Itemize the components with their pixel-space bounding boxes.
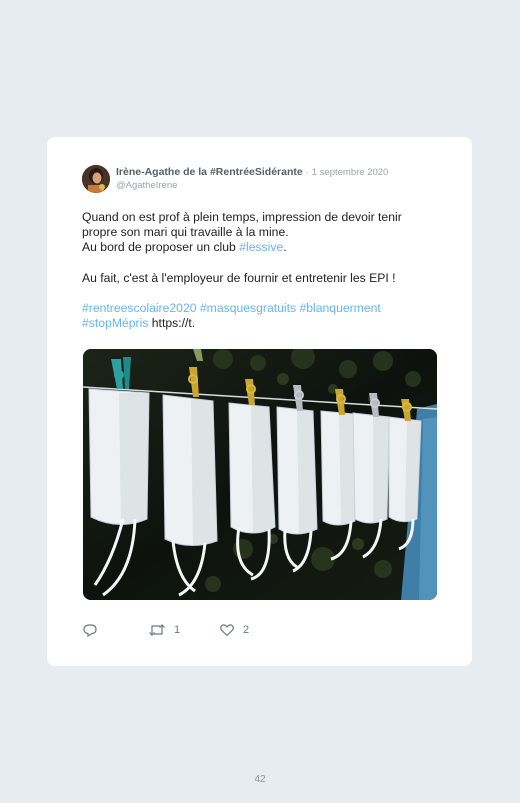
tweet-card: Irène-Agathe de la #RentréeSidérante · 1… xyxy=(47,137,472,666)
avatar[interactable] xyxy=(82,165,110,193)
like-count: 2 xyxy=(243,624,250,636)
reply-button[interactable] xyxy=(82,622,98,638)
retweet-button[interactable]: 1 xyxy=(148,622,180,638)
reply-icon xyxy=(83,624,97,638)
heart-icon xyxy=(220,624,234,637)
retweet-count: 1 xyxy=(174,624,181,636)
hashtag-stopmepris-link[interactable]: #stopMépris xyxy=(82,316,148,330)
page-number: 42 xyxy=(254,774,266,785)
hashtags-line-1: #rentreescolaire2020 #masquesgratuits #b… xyxy=(82,301,447,316)
tweet-link[interactable]: https://t. xyxy=(148,316,195,330)
tweet-header: Irène-Agathe de la #RentréeSidérante · 1… xyxy=(82,164,452,194)
text-line-3: Au bord de proposer un club #lessive. xyxy=(82,240,447,255)
tweet-photo[interactable] xyxy=(83,349,437,600)
retweet-icon xyxy=(149,624,165,636)
text-line-4: Au fait, c'est à l'employeur de fournir … xyxy=(82,270,396,285)
text-line-2: propre son mari qui travaille à la mine. xyxy=(82,225,289,240)
text-line-1: Quand on est prof à plein temps, impress… xyxy=(82,210,402,224)
separator: · xyxy=(305,167,309,178)
author-line: Irène-Agathe de la #RentréeSidérante · 1… xyxy=(116,166,388,178)
author-handle[interactable]: @AgatheIrene xyxy=(116,180,177,191)
tweet-date[interactable]: 1 septembre 2020 xyxy=(312,167,389,178)
hashtags-line-2: #stopMépris https://t. xyxy=(82,316,447,331)
text-line-3-suffix: . xyxy=(283,240,287,255)
hashtag-lessive-link[interactable]: #lessive xyxy=(239,240,283,254)
hashtags-links[interactable]: #rentreescolaire2020 #masquesgratuits #b… xyxy=(82,301,381,315)
tweet-text: Quand on est prof à plein temps, impress… xyxy=(82,210,447,331)
author-name[interactable]: Irène-Agathe de la #RentréeSidérante xyxy=(116,166,303,178)
like-button[interactable]: 2 xyxy=(219,622,249,638)
text-line-3-prefix: Au bord de proposer un club xyxy=(82,240,240,255)
tweet-actions: 1 2 xyxy=(82,622,442,638)
